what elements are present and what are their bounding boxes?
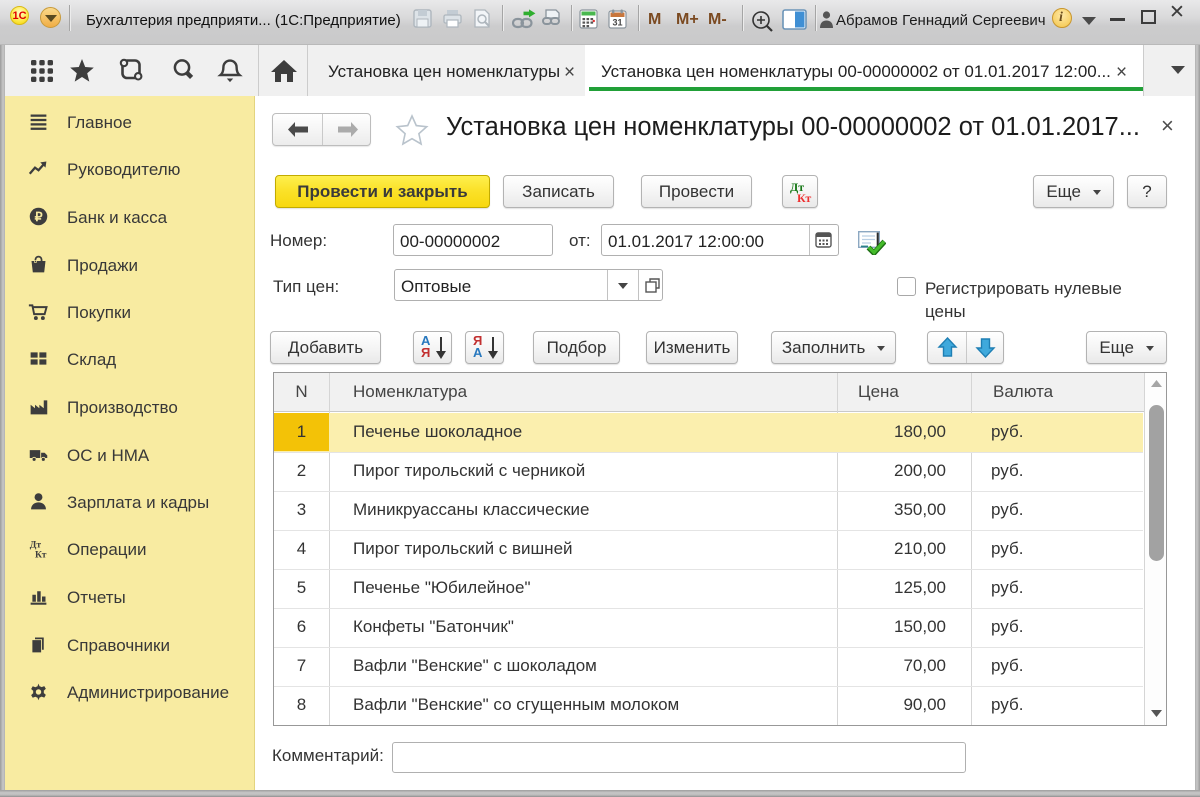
svg-text:31: 31 bbox=[612, 18, 622, 28]
svg-text:₽: ₽ bbox=[35, 210, 43, 224]
svg-text:Кт: Кт bbox=[35, 549, 47, 559]
